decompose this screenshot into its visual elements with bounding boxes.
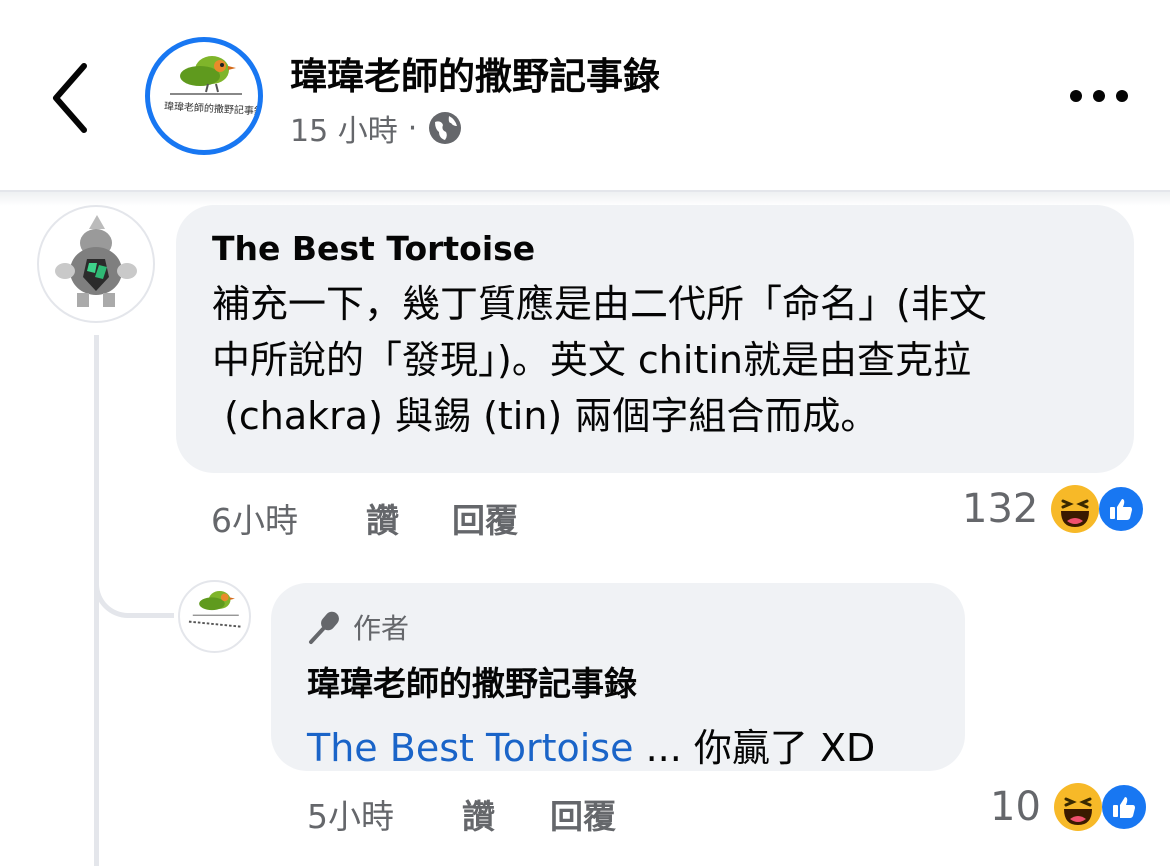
reply-actions: 5小時 讚 回覆 bbox=[307, 790, 616, 838]
comment-line: 補充一下，幾丁質應是由二代所「命名」(非文 bbox=[212, 282, 987, 326]
comment-line: 中所說的「發現」)。英文 chitin就是由查克拉 bbox=[212, 338, 971, 382]
header-shadow bbox=[0, 192, 1170, 206]
reply-message: ... 你贏了 XD bbox=[633, 726, 876, 770]
chevron-left-icon bbox=[53, 63, 87, 133]
comment-time[interactable]: 6小時 bbox=[211, 494, 366, 542]
comment-bubble[interactable]: The Best Tortoise 補充一下，幾丁質應是由二代所「命名」(非文 … bbox=[176, 205, 1134, 473]
like-emoji-icon bbox=[1096, 484, 1147, 534]
more-options-button[interactable] bbox=[1066, 78, 1132, 114]
bird-logo-image bbox=[188, 590, 242, 628]
haha-emoji-icon bbox=[1053, 783, 1102, 831]
comment-author[interactable]: The Best Tortoise bbox=[212, 229, 1098, 268]
page-avatar[interactable]: 瑋瑋老師的撒野記事錄 bbox=[145, 37, 263, 155]
microphone-icon bbox=[309, 611, 339, 644]
reply-button[interactable]: 回覆 bbox=[452, 494, 518, 542]
author-badge-label: 作者 bbox=[353, 612, 410, 645]
reply-text: The Best Tortoise ... 你贏了 XD bbox=[307, 717, 929, 772]
robot-figure-image bbox=[55, 215, 137, 307]
reply-time[interactable]: 5小時 bbox=[307, 790, 462, 838]
reply-like-button[interactable]: 讚 bbox=[462, 790, 550, 838]
page-title[interactable]: 瑋瑋老師的撒野記事錄 bbox=[290, 46, 660, 100]
haha-emoji-icon bbox=[1051, 485, 1100, 533]
reply-reaction-summary[interactable]: 10 bbox=[990, 782, 1149, 832]
globe-icon bbox=[429, 112, 462, 144]
commenter-avatar[interactable] bbox=[37, 205, 155, 323]
more-horizontal-icon bbox=[1070, 90, 1128, 102]
reaction-summary[interactable]: 132 bbox=[962, 484, 1147, 534]
reply-reply-button[interactable]: 回覆 bbox=[550, 790, 616, 838]
like-button[interactable]: 讚 bbox=[366, 494, 452, 542]
reply-author[interactable]: 瑋瑋老師的撒野記事錄 bbox=[307, 657, 929, 705]
reaction-count: 132 bbox=[962, 486, 1039, 532]
meta-separator: · bbox=[407, 110, 418, 146]
like-emoji-icon bbox=[1098, 782, 1149, 832]
bird-logo-image bbox=[170, 56, 242, 95]
post-time[interactable]: 15 小時 bbox=[290, 106, 398, 150]
comment-line: (chakra) 與錫 (tin) 兩個字組合而成。 bbox=[212, 394, 879, 438]
author-badge: 作者 bbox=[307, 607, 929, 647]
back-button[interactable] bbox=[44, 58, 104, 138]
thread-connector bbox=[94, 540, 174, 618]
post-meta: 15 小時 · bbox=[290, 106, 463, 150]
comment-actions: 6小時 讚 回覆 bbox=[211, 494, 518, 542]
reply-bubble[interactable]: 作者 瑋瑋老師的撒野記事錄 The Best Tortoise ... 你贏了 … bbox=[271, 583, 965, 771]
reply-reaction-count: 10 bbox=[990, 784, 1041, 830]
reply-avatar[interactable] bbox=[178, 580, 251, 653]
comment-text: 補充一下，幾丁質應是由二代所「命名」(非文 中所說的「發現」)。英文 chiti… bbox=[212, 276, 1098, 444]
mention-link[interactable]: The Best Tortoise bbox=[307, 726, 634, 770]
